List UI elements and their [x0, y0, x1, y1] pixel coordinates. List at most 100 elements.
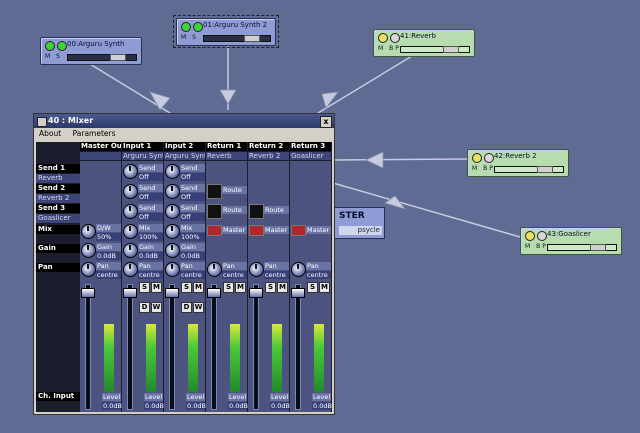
mute-button[interactable]: M	[193, 282, 204, 293]
mixer-titlebar[interactable]: 40 : Mixer x	[34, 114, 334, 128]
close-button[interactable]: x	[320, 116, 332, 128]
wire-arrow	[149, 91, 171, 111]
machine-arguru-synth[interactable]: 00:Arguru Synth M S	[40, 37, 142, 65]
wet-button[interactable]: W	[151, 302, 162, 313]
send-knob[interactable]	[165, 184, 180, 199]
machine-reverb[interactable]: 41:Reverb M BP	[373, 29, 475, 57]
dry-wet-knob[interactable]	[81, 224, 96, 239]
mix-knob[interactable]	[123, 224, 138, 239]
mixer-window[interactable]: 40 : Mixer x About Parameters Send 1 Rev…	[33, 113, 335, 415]
led-icon	[472, 153, 482, 163]
pan-value: centre	[138, 271, 163, 279]
volume-fader[interactable]	[253, 284, 259, 410]
dry-button[interactable]: D	[139, 302, 150, 313]
machine-volume-slider[interactable]	[400, 46, 470, 53]
route-button[interactable]	[207, 204, 222, 219]
slider-handle[interactable]	[110, 54, 126, 61]
machine-mute-bypass-buttons[interactable]: M BP	[378, 45, 401, 52]
volume-fader[interactable]	[295, 284, 301, 410]
gain-knob[interactable]	[123, 243, 138, 258]
solo-button[interactable]: S	[265, 282, 276, 293]
machine-mute-bypass-buttons[interactable]: M BP	[525, 243, 548, 250]
meter-fill	[188, 324, 198, 392]
send-knob[interactable]	[165, 204, 180, 219]
fader-handle[interactable]	[123, 288, 137, 298]
mix-knob[interactable]	[165, 224, 180, 239]
column-source: Arguru Synt	[122, 152, 163, 160]
master-route-button[interactable]	[207, 225, 222, 236]
pan-knob[interactable]	[291, 262, 306, 277]
machine-reverb-2[interactable]: 42:Reverb 2 M BP	[467, 149, 569, 177]
pan-knob[interactable]	[207, 262, 222, 277]
solo-button[interactable]: S	[307, 282, 318, 293]
gain-knob[interactable]	[165, 243, 180, 258]
fader-handle[interactable]	[165, 288, 179, 298]
knob-indicator	[171, 166, 173, 171]
mute-button[interactable]: M	[319, 282, 330, 293]
pan-knob[interactable]	[81, 262, 96, 277]
column-source: Reverb	[206, 152, 247, 160]
machine-mute-solo-buttons[interactable]: M S	[45, 53, 62, 60]
level-label: Level	[102, 393, 121, 401]
machine-volume-slider[interactable]	[203, 35, 271, 42]
machine-mute-solo-buttons[interactable]: M S	[181, 34, 198, 41]
fader-handle[interactable]	[81, 288, 95, 298]
send-value: Off	[138, 213, 163, 221]
machine-volume-slider[interactable]	[547, 244, 617, 251]
slider-handle[interactable]	[590, 244, 606, 251]
send-knob[interactable]	[123, 204, 138, 219]
menu-parameters[interactable]: Parameters	[73, 129, 116, 138]
window-icon	[37, 117, 47, 127]
fader-handle[interactable]	[249, 288, 263, 298]
slider-handle[interactable]	[537, 166, 553, 173]
solo-button[interactable]: S	[181, 282, 192, 293]
pan-knob[interactable]	[165, 262, 180, 277]
machine-arguru-synth-2[interactable]: 01:Arguru Synth 2 M S	[176, 18, 276, 46]
send-knob[interactable]	[123, 164, 138, 179]
dry-button[interactable]: D	[181, 302, 192, 313]
mute-button[interactable]: M	[277, 282, 288, 293]
machine-goaslicer[interactable]: 43:Goaslicer M BP	[520, 227, 622, 255]
knob-indicator	[129, 186, 131, 191]
pan-value: centre	[180, 271, 205, 279]
gain-label: Gain	[138, 243, 163, 251]
gain-knob[interactable]	[81, 243, 96, 258]
send-knob[interactable]	[165, 164, 180, 179]
send-label: Send	[180, 164, 205, 172]
volume-fader[interactable]	[169, 284, 175, 410]
volume-fader[interactable]	[211, 284, 217, 410]
machine-master[interactable]: STER psycle	[333, 207, 385, 239]
machine-volume-slider[interactable]	[67, 54, 137, 61]
solo-button[interactable]: S	[223, 282, 234, 293]
wet-button[interactable]: W	[193, 302, 204, 313]
master-route-button[interactable]	[291, 225, 306, 236]
pan-label: Pan	[306, 262, 331, 270]
level-meter	[104, 324, 114, 392]
mute-button[interactable]: M	[235, 282, 246, 293]
machine-mute-bypass-buttons[interactable]: M BP	[472, 165, 495, 172]
dry-wet-buttons: DW	[139, 302, 163, 313]
slider-handle[interactable]	[443, 46, 459, 53]
solo-button[interactable]: S	[139, 282, 150, 293]
master-title: STER	[339, 211, 365, 221]
route-button[interactable]	[207, 184, 222, 199]
fader-handle[interactable]	[291, 288, 305, 298]
slider-handle[interactable]	[244, 35, 260, 42]
machine-volume-slider[interactable]	[494, 166, 564, 173]
master-route-button[interactable]	[249, 225, 264, 236]
menu-about[interactable]: About	[39, 129, 61, 138]
send-value: Off	[180, 173, 205, 181]
level-meter	[230, 324, 240, 392]
column-header: Input 1	[122, 142, 163, 151]
send-label: Send	[138, 204, 163, 212]
level-value: 0.0dB	[186, 402, 206, 410]
pan-knob[interactable]	[123, 262, 138, 277]
volume-fader[interactable]	[85, 284, 91, 410]
fader-handle[interactable]	[207, 288, 221, 298]
send-knob[interactable]	[123, 184, 138, 199]
mute-button[interactable]: M	[151, 282, 162, 293]
pan-knob[interactable]	[249, 262, 264, 277]
route-button[interactable]	[249, 204, 264, 219]
send-label: Send	[180, 184, 205, 192]
volume-fader[interactable]	[127, 284, 133, 410]
